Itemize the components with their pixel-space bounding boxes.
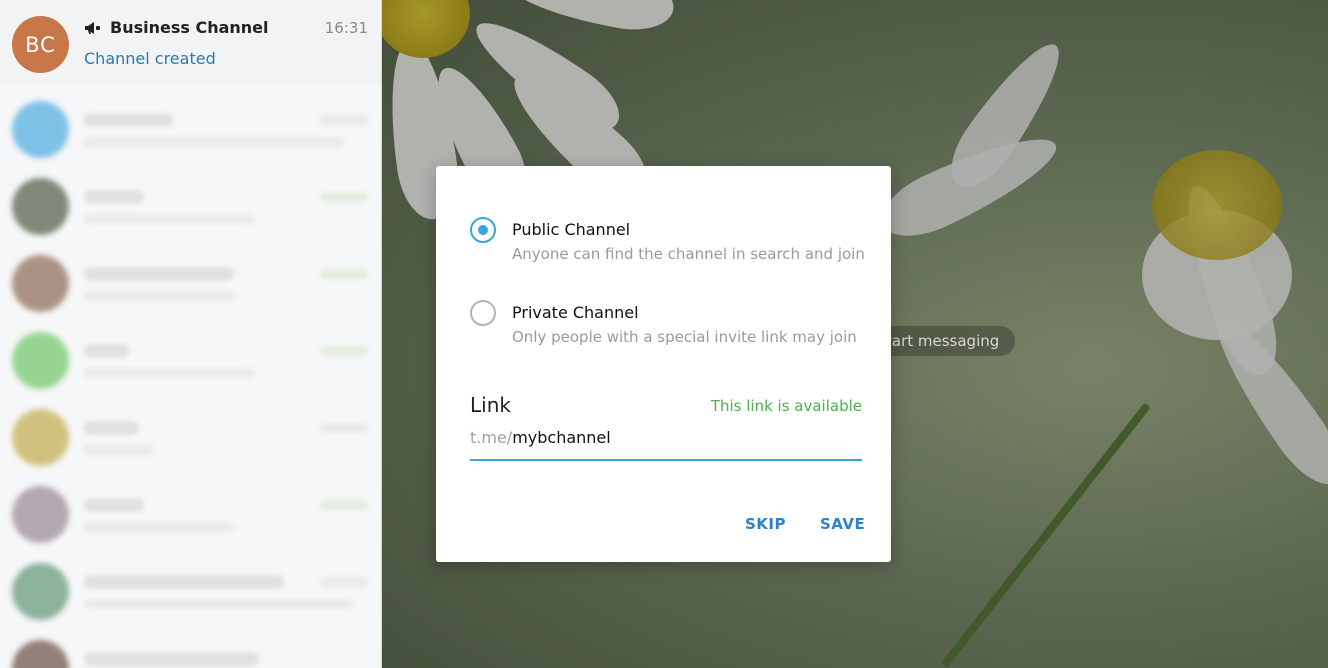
link-label: Link bbox=[470, 393, 511, 417]
channel-link-field[interactable]: t.me/ bbox=[470, 428, 862, 461]
chat-time: 16:31 bbox=[324, 19, 368, 37]
channel-link-input[interactable] bbox=[512, 428, 813, 447]
public-channel-description: Anyone can find the channel in search an… bbox=[512, 245, 865, 263]
chat-last-message: Channel created bbox=[84, 49, 216, 68]
private-channel-description: Only people with a special invite link m… bbox=[512, 328, 857, 346]
save-button[interactable]: SAVE bbox=[820, 515, 865, 533]
chat-title-text: Business Channel bbox=[110, 18, 269, 37]
chat-title: Business Channel bbox=[84, 18, 269, 37]
private-channel-radio[interactable] bbox=[470, 300, 496, 326]
public-channel-label: Public Channel bbox=[512, 220, 631, 239]
avatar: BC bbox=[12, 16, 69, 73]
megaphone-icon bbox=[85, 21, 100, 34]
start-messaging-hint: tart messaging bbox=[870, 326, 1016, 356]
chat-list-sidebar: BC Business Channel 16:31 Channel create… bbox=[0, 0, 382, 668]
public-channel-radio[interactable] bbox=[470, 217, 496, 243]
channel-type-dialog: Public Channel Anyone can find the chann… bbox=[436, 166, 891, 562]
link-prefix: t.me/ bbox=[470, 428, 513, 447]
skip-button[interactable]: SKIP bbox=[745, 515, 786, 533]
chat-item-business-channel[interactable]: BC Business Channel 16:31 Channel create… bbox=[0, 0, 381, 77]
link-availability-status: This link is available bbox=[710, 397, 862, 415]
private-channel-label: Private Channel bbox=[512, 303, 639, 322]
sidebar-overlay bbox=[0, 85, 381, 668]
